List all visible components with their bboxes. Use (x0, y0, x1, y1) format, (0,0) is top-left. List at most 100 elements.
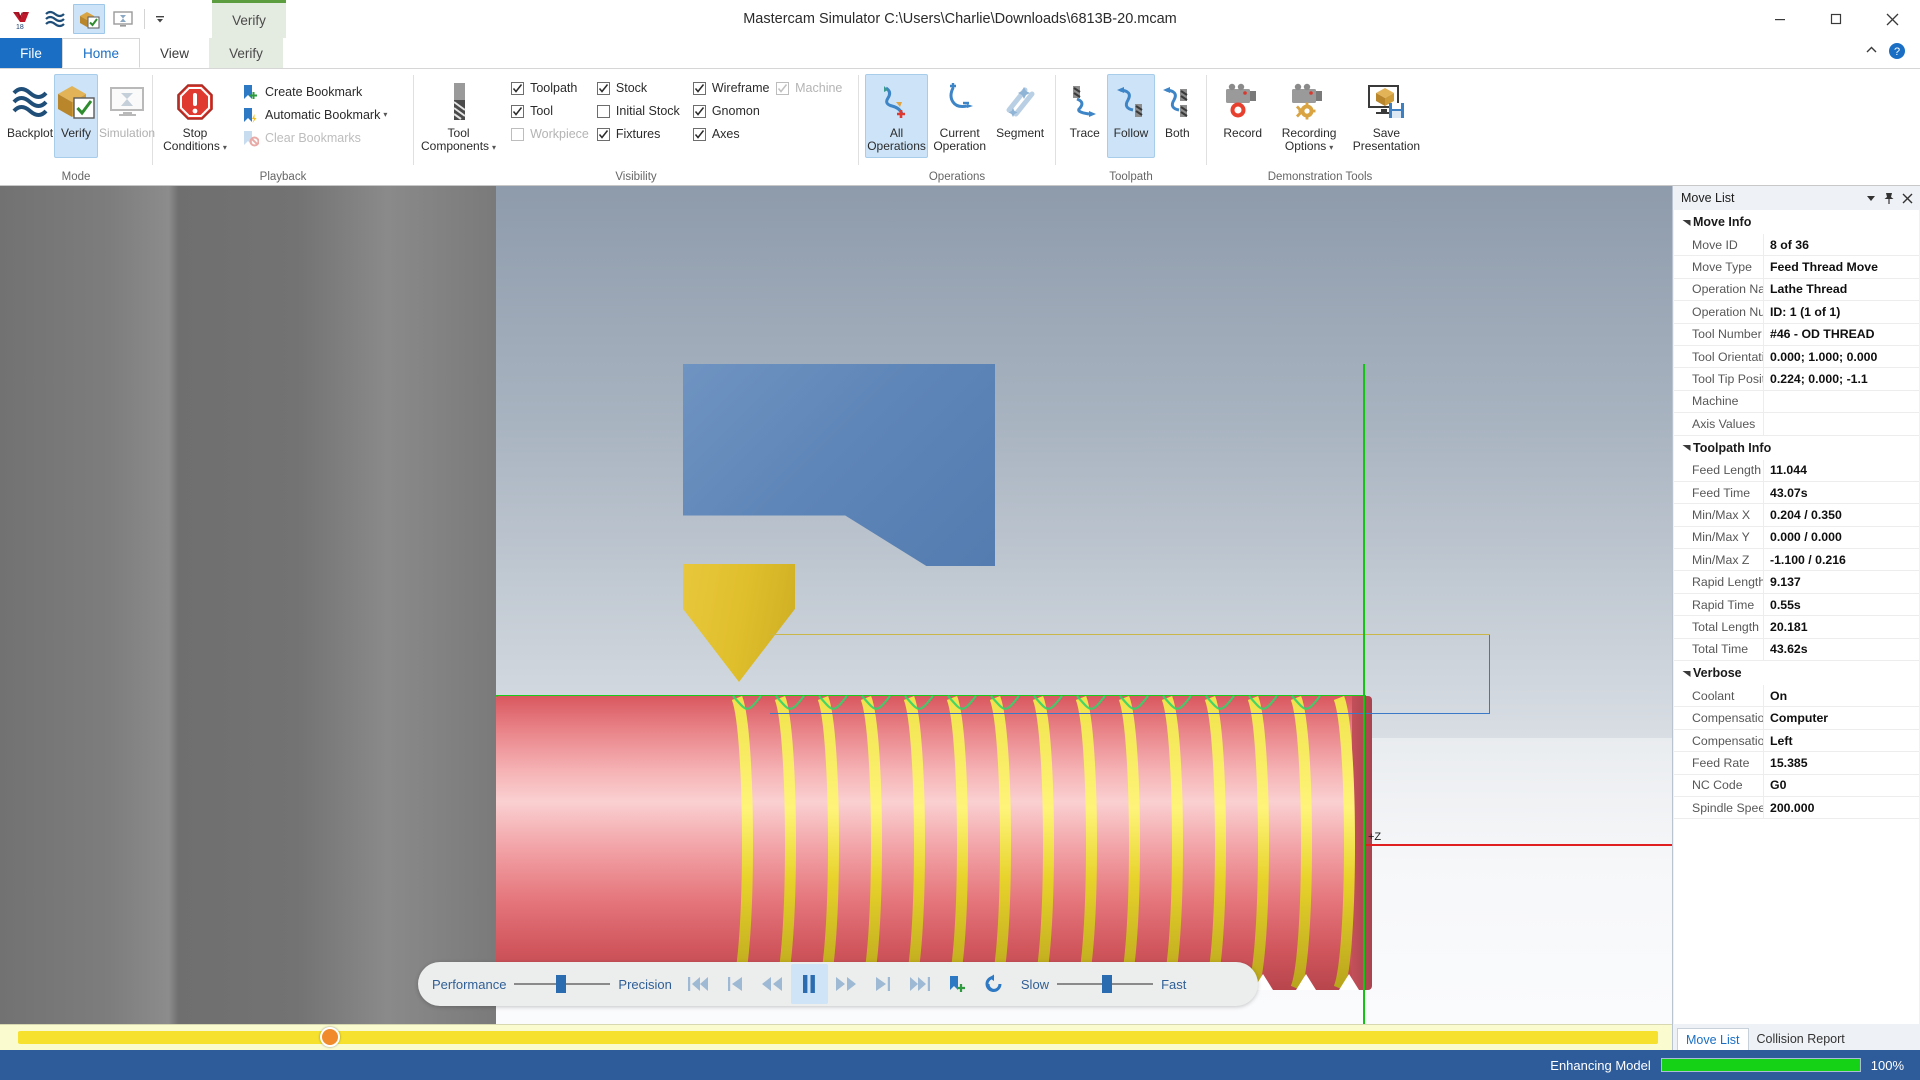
collapse-ribbon-icon[interactable] (1865, 44, 1878, 62)
qat-overflow-icon[interactable] (149, 4, 171, 34)
panel-content[interactable]: Move Info Move ID 8 of 36 Move Type Feed T… (1674, 210, 1919, 1024)
property-row[interactable]: Feed Length 11.044 (1674, 459, 1919, 482)
automatic-bookmark-button[interactable]: Automatic Bookmark ▾ (237, 103, 392, 126)
z-axis-label: +Z (1368, 831, 1382, 843)
property-row[interactable]: Machine (1674, 390, 1919, 414)
property-row[interactable]: Operation Nu ID: 1 (1 of 1) (1674, 301, 1919, 324)
create-bookmark-button[interactable]: Create Bookmark (237, 80, 392, 103)
help-icon[interactable]: ? (1888, 42, 1906, 65)
play-backward-button[interactable] (754, 964, 791, 1004)
timeline-thumb[interactable] (319, 1027, 340, 1047)
speed-slider[interactable] (1057, 974, 1154, 994)
property-row[interactable]: Total Length 20.181 (1674, 616, 1919, 639)
tab-move-list[interactable]: Move List (1677, 1028, 1749, 1050)
property-row[interactable]: Spindle Speed 200.000 (1674, 796, 1919, 820)
all-operations-button[interactable]: All Operations (865, 74, 929, 158)
pin-icon[interactable] (1880, 189, 1898, 207)
property-row[interactable]: Move ID 8 of 36 (1674, 234, 1919, 257)
property-row[interactable]: Feed Rate 15.385 (1674, 752, 1919, 775)
checkbox-wireframe[interactable]: Wireframe (692, 77, 772, 99)
checkbox-tool[interactable]: Tool (511, 100, 589, 122)
property-row[interactable]: Tool Orientati 0.000; 1.000; 0.000 (1674, 345, 1919, 369)
tool-components-button[interactable]: Tool Components ▾ (420, 74, 497, 158)
section-header-toolpath-info[interactable]: Toolpath Info (1674, 435, 1919, 460)
simulation-button[interactable]: Simulation (98, 74, 156, 158)
simulation-viewport[interactable]: +Z Y X Z Performance (0, 186, 1672, 1050)
property-row[interactable]: Move Type Feed Thread Move (1674, 256, 1919, 279)
checkbox-gnomon[interactable]: Gnomon (692, 100, 772, 122)
property-row[interactable]: Rapid Length 9.137 (1674, 571, 1919, 594)
speed-slider-thumb[interactable] (1101, 975, 1112, 993)
section-header-verbose[interactable]: Verbose (1674, 661, 1919, 686)
simulation-icon[interactable] (107, 4, 139, 34)
checkbox-fixtures[interactable]: Fixtures (596, 123, 685, 145)
tab-collision-report[interactable]: Collision Report (1749, 1028, 1853, 1050)
save-presentation-icon (1368, 85, 1405, 118)
property-row[interactable]: Min/Max Z -1.100 / 0.216 (1674, 549, 1919, 572)
tab-home[interactable]: Home (62, 38, 141, 68)
property-row[interactable]: Rapid Time 0.55s (1674, 593, 1919, 617)
property-row[interactable]: Min/Max Y 0.000 / 0.000 (1674, 526, 1919, 550)
restart-button[interactable] (976, 964, 1013, 1004)
quality-slider-thumb[interactable] (555, 975, 566, 993)
property-value: 0.55s (1770, 597, 1801, 612)
property-row[interactable]: Compensation Computer (1674, 707, 1919, 730)
trace-button[interactable]: Trace (1062, 74, 1107, 158)
record-button[interactable]: Record (1213, 74, 1272, 158)
step-back-button[interactable] (717, 964, 754, 1004)
section-header-move-info[interactable]: Move Info (1674, 210, 1919, 234)
collapse-triangle-icon[interactable] (1679, 443, 1693, 452)
recording-options-button[interactable]: Recording Options ▾ (1272, 74, 1345, 158)
minimize-button[interactable] (1752, 0, 1808, 38)
bookmark-plus-icon (239, 82, 261, 102)
chevron-down-icon[interactable]: ▾ (383, 110, 387, 119)
clear-bookmarks-button[interactable]: Clear Bookmarks (237, 126, 392, 149)
stop-conditions-button[interactable]: Stop Conditions ▾ (159, 74, 231, 158)
segment-button[interactable]: Segment (991, 74, 1049, 158)
tab-file[interactable]: File (0, 38, 62, 68)
property-row[interactable]: Compensation Left (1674, 729, 1919, 753)
step-forward-button[interactable] (865, 964, 902, 1004)
verify-button[interactable]: Verify (54, 74, 99, 158)
checkbox-toolpath[interactable]: Toolpath (511, 77, 589, 99)
rewind-to-start-button[interactable] (680, 964, 717, 1004)
checkbox-machine[interactable]: Machine (776, 77, 852, 99)
mastercam-logo-icon[interactable]: 18 (5, 4, 37, 34)
checkbox-axes[interactable]: Axes (692, 123, 772, 145)
pause-button[interactable] (790, 964, 828, 1004)
play-forward-button[interactable] (828, 964, 865, 1004)
property-row[interactable]: NC Code G0 (1674, 774, 1919, 797)
verify-icon[interactable] (73, 4, 105, 34)
property-row[interactable]: Coolant On (1674, 685, 1919, 708)
collapse-triangle-icon[interactable] (1679, 218, 1693, 227)
timeline-track[interactable] (18, 1031, 1658, 1044)
collapse-triangle-icon[interactable] (1679, 669, 1693, 678)
property-row[interactable]: Axis Values (1674, 413, 1919, 436)
backplot-button[interactable]: Backplot (6, 74, 54, 158)
save-presentation-button[interactable]: Save Presentation (1346, 74, 1427, 158)
checkbox-initial-stock[interactable]: Initial Stock (596, 100, 685, 122)
property-row[interactable]: Min/Max X 0.204 / 0.350 (1674, 504, 1919, 527)
close-icon[interactable] (1898, 189, 1916, 207)
checkbox-stock[interactable]: Stock (596, 77, 685, 99)
both-button[interactable]: Both (1155, 74, 1200, 158)
current-operation-button[interactable]: Current Operation (928, 74, 991, 158)
tab-verify[interactable]: Verify (209, 38, 284, 68)
maximize-button[interactable] (1808, 0, 1864, 38)
timeline-strip[interactable] (0, 1024, 1672, 1050)
property-value: Computer (1770, 711, 1829, 726)
tab-view[interactable]: View (140, 38, 209, 68)
follow-button[interactable]: Follow (1107, 74, 1155, 158)
checkbox-workpiece[interactable]: Workpiece (511, 123, 589, 145)
property-row[interactable]: Tool Number #46 - OD THREAD (1674, 323, 1919, 346)
quality-slider[interactable] (514, 974, 611, 994)
forward-to-end-button[interactable] (902, 964, 939, 1004)
backplot-icon[interactable] (39, 4, 71, 34)
panel-options-icon[interactable] (1862, 189, 1880, 207)
property-row[interactable]: Total Time 43.62s (1674, 638, 1919, 662)
close-button[interactable] (1864, 0, 1920, 38)
add-bookmark-button[interactable] (939, 964, 976, 1004)
property-row[interactable]: Tool Tip Positi 0.224; 0.000; -1.1 (1674, 368, 1919, 391)
property-row[interactable]: Operation Na Lathe Thread (1674, 278, 1919, 302)
property-row[interactable]: Feed Time 43.07s (1674, 481, 1919, 505)
